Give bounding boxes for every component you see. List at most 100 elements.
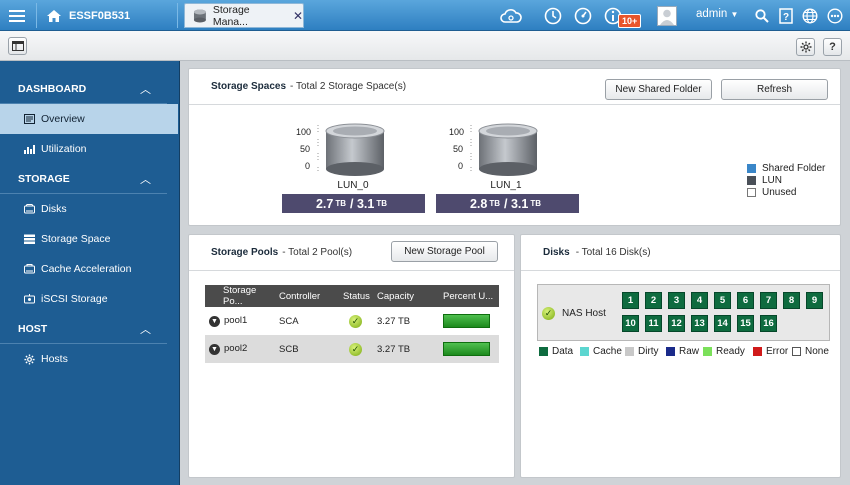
table-row[interactable]: ▼ pool1 SCA ✓ 3.27 TB bbox=[205, 307, 499, 335]
pool-capacity: 3.27 TB bbox=[375, 335, 441, 363]
lun-0-cylinder-icon bbox=[317, 123, 385, 176]
status-ok-icon: ✓ bbox=[349, 342, 362, 356]
column-controller[interactable]: Controller bbox=[277, 285, 341, 307]
disk-slot[interactable]: 5 bbox=[714, 292, 731, 309]
main-menu-button[interactable] bbox=[0, 0, 34, 31]
column-percent-used[interactable]: Percent U... bbox=[441, 285, 499, 307]
external-devices-button[interactable] bbox=[570, 3, 596, 28]
y-tick-100: 100 bbox=[296, 127, 312, 137]
search-icon bbox=[755, 8, 769, 23]
legend-label: Error bbox=[766, 346, 789, 357]
hostname-label: ESSF0B531 bbox=[69, 9, 131, 22]
disk-slot[interactable]: 11 bbox=[645, 315, 662, 332]
storage-pools-subtitle: - Total 2 Pool(s) bbox=[282, 247, 353, 258]
legend-label: None bbox=[805, 346, 829, 357]
percent-used-bar bbox=[443, 342, 490, 356]
disks-header: Disks - Total 16 Disk(s) bbox=[521, 235, 840, 271]
disk-slot[interactable]: 8 bbox=[783, 292, 800, 309]
host-ok-icon: ✓ bbox=[542, 307, 555, 320]
disk-slot[interactable]: 12 bbox=[668, 315, 685, 332]
legend-swatch bbox=[753, 347, 762, 356]
help-button[interactable]: ? bbox=[776, 3, 796, 28]
question-icon: ? bbox=[829, 41, 836, 53]
storage-spaces-title: Storage Spaces bbox=[211, 81, 287, 92]
new-storage-pool-button[interactable]: New Storage Pool bbox=[391, 241, 498, 262]
language-button[interactable] bbox=[800, 3, 820, 28]
sidebar-item-iscsi-storage[interactable]: iSCSI Storage bbox=[0, 284, 179, 314]
disk-slot[interactable]: 2 bbox=[645, 292, 662, 309]
refresh-button[interactable]: Refresh bbox=[721, 79, 828, 100]
overview-icon bbox=[23, 113, 35, 125]
sidebar-item-hosts[interactable]: Hosts bbox=[0, 344, 179, 374]
tab-storage-manager[interactable]: Storage Mana... ✕ bbox=[184, 3, 304, 28]
user-menu[interactable]: admin ▼ bbox=[696, 8, 738, 20]
legend-swatch bbox=[747, 188, 756, 197]
sidebar-section-dashboard[interactable]: DASHBOARD ︿ bbox=[0, 74, 167, 104]
pool-name: pool2 bbox=[224, 343, 248, 354]
iscsi-icon bbox=[23, 293, 35, 305]
new-shared-folder-button[interactable]: New Shared Folder bbox=[605, 79, 712, 100]
settings-button[interactable] bbox=[796, 38, 815, 56]
sidebar-item-overview[interactable]: Overview bbox=[0, 104, 178, 134]
sidebar: DASHBOARD ︿ Overview Utilization STORAGE ︿… bbox=[0, 61, 180, 485]
disk-legend-item: Cache bbox=[580, 346, 622, 357]
disk-slot[interactable]: 1 bbox=[622, 292, 639, 309]
legend-unused: Unused bbox=[747, 187, 796, 198]
disks-subtitle: - Total 16 Disk(s) bbox=[575, 247, 651, 258]
sidebar-item-utilization[interactable]: Utilization bbox=[0, 134, 179, 164]
expand-icon[interactable]: ▼ bbox=[209, 316, 220, 327]
expand-icon[interactable]: ▼ bbox=[209, 344, 220, 355]
disk-slot[interactable]: 10 bbox=[622, 315, 639, 332]
user-avatar[interactable] bbox=[655, 3, 679, 28]
tab-label: Storage Mana... bbox=[212, 3, 250, 28]
disk-slot[interactable]: 13 bbox=[691, 315, 708, 332]
disk-slot[interactable]: 3 bbox=[668, 292, 685, 309]
host-home-button[interactable]: ESSF0B531 bbox=[36, 3, 178, 28]
disk-slot[interactable]: 7 bbox=[760, 292, 777, 309]
search-button[interactable] bbox=[752, 3, 772, 28]
more-options-button[interactable] bbox=[824, 3, 846, 28]
top-bar: ESSF0B531 Storage Mana... ✕ 10+ admin ▼ … bbox=[0, 0, 850, 31]
help-question-button[interactable]: ? bbox=[823, 38, 842, 56]
disk-slot[interactable]: 16 bbox=[760, 315, 777, 332]
legend-swatch bbox=[792, 347, 801, 356]
disk-slot[interactable]: 4 bbox=[691, 292, 708, 309]
legend-label: Cache bbox=[593, 346, 622, 357]
storage-pools-title: Storage Pools bbox=[211, 247, 279, 258]
disk-slot[interactable]: 14 bbox=[714, 315, 731, 332]
legend-swatch bbox=[625, 347, 634, 356]
sidebar-item-cache-acceleration[interactable]: Cache Acceleration bbox=[0, 254, 179, 284]
disk-slot[interactable]: 9 bbox=[806, 292, 823, 309]
storage-space-icon bbox=[23, 233, 35, 245]
legend-swatch bbox=[747, 164, 756, 173]
chevron-up-icon: ︿ bbox=[140, 173, 151, 186]
disk-slot[interactable]: 6 bbox=[737, 292, 754, 309]
disks-title: Disks bbox=[543, 247, 570, 258]
gear-icon bbox=[23, 353, 35, 365]
cloud-icon bbox=[500, 8, 522, 23]
disk-icon bbox=[23, 203, 35, 215]
clock-icon bbox=[544, 7, 562, 24]
column-storage-pool[interactable]: Storage Po... bbox=[205, 285, 277, 307]
column-capacity[interactable]: Capacity bbox=[375, 285, 441, 307]
legend-label: Ready bbox=[716, 346, 745, 357]
column-status[interactable]: Status bbox=[341, 285, 375, 307]
sidebar-section-storage[interactable]: STORAGE ︿ bbox=[0, 164, 167, 194]
cloud-button[interactable] bbox=[497, 3, 525, 28]
sidebar-item-disks[interactable]: Disks bbox=[0, 194, 179, 224]
close-icon[interactable]: ✕ bbox=[293, 10, 303, 22]
lun-1-capacity: 2.8 TB/ 3.1 TB bbox=[436, 194, 579, 213]
disk-slot[interactable]: 15 bbox=[737, 315, 754, 332]
help-book-icon: ? bbox=[779, 7, 793, 24]
background-tasks-button[interactable] bbox=[540, 3, 566, 28]
table-header-row: Storage Po... Controller Status Capacity… bbox=[205, 285, 499, 307]
sidebar-item-storage-space[interactable]: Storage Space bbox=[0, 224, 179, 254]
lun-1-cylinder-icon bbox=[470, 123, 538, 176]
y-tick-100: 100 bbox=[449, 127, 465, 137]
toggle-sidebar-button[interactable] bbox=[8, 37, 27, 55]
legend-swatch bbox=[666, 347, 675, 356]
table-row[interactable]: ▼ pool2 SCB ✓ 3.27 TB bbox=[205, 335, 499, 363]
disk-legend-item: Raw bbox=[666, 346, 699, 357]
sidebar-section-host[interactable]: HOST ︿ bbox=[0, 314, 167, 344]
app-toolbar: ? bbox=[0, 31, 850, 61]
